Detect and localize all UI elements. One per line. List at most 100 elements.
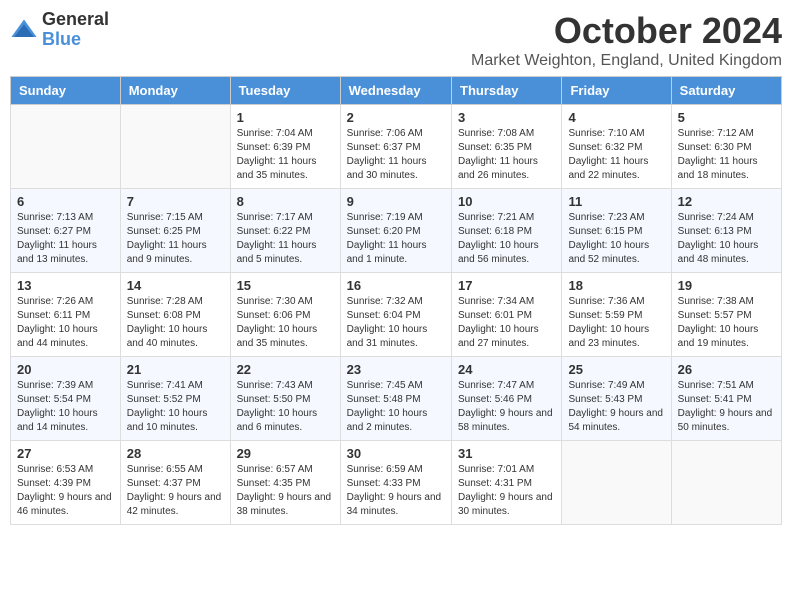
calendar-cell: 2 Sunrise: 7:06 AM Sunset: 6:37 PM Daylig… [340, 105, 451, 189]
day-number: 29 [237, 446, 334, 461]
day-info: Sunrise: 7:08 AM Sunset: 6:35 PM Dayligh… [458, 127, 555, 183]
day-info: Sunrise: 7:15 AM Sunset: 6:25 PM Dayligh… [127, 211, 224, 267]
day-info: Sunrise: 7:41 AM Sunset: 5:52 PM Dayligh… [127, 379, 224, 435]
calendar-cell: 13 Sunrise: 7:26 AM Sunset: 6:11 PM Dayli… [11, 273, 121, 357]
calendar-header-thursday: Thursday [452, 77, 562, 105]
day-info: Sunrise: 7:06 AM Sunset: 6:37 PM Dayligh… [347, 127, 445, 183]
calendar-cell: 16 Sunrise: 7:32 AM Sunset: 6:04 PM Dayli… [340, 273, 451, 357]
day-number: 14 [127, 278, 224, 293]
day-number: 28 [127, 446, 224, 461]
logo-general: General [42, 10, 109, 30]
day-info: Sunrise: 7:49 AM Sunset: 5:43 PM Dayligh… [568, 379, 664, 435]
logo-text: General Blue [42, 10, 109, 50]
title-block: October 2024 Market Weighton, England, U… [471, 10, 782, 70]
day-number: 13 [17, 278, 114, 293]
calendar-cell: 23 Sunrise: 7:45 AM Sunset: 5:48 PM Dayli… [340, 357, 451, 441]
calendar-cell [562, 441, 671, 525]
day-number: 17 [458, 278, 555, 293]
calendar: SundayMondayTuesdayWednesdayThursdayFrid… [10, 76, 782, 525]
day-info: Sunrise: 7:39 AM Sunset: 5:54 PM Dayligh… [17, 379, 114, 435]
calendar-cell: 1Sunrise: 7:04 AM Sunset: 6:39 PM Daylig… [230, 105, 340, 189]
calendar-header-wednesday: Wednesday [340, 77, 451, 105]
day-number: 3 [458, 110, 555, 125]
day-number: 23 [347, 362, 445, 377]
day-number: 11 [568, 194, 664, 209]
calendar-cell: 10 Sunrise: 7:21 AM Sunset: 6:18 PM Dayli… [452, 189, 562, 273]
calendar-cell: 24 Sunrise: 7:47 AM Sunset: 5:46 PM Dayli… [452, 357, 562, 441]
calendar-week-row: 1Sunrise: 7:04 AM Sunset: 6:39 PM Daylig… [11, 105, 782, 189]
calendar-cell: 20 Sunrise: 7:39 AM Sunset: 5:54 PM Dayli… [11, 357, 121, 441]
calendar-week-row: 27Sunrise: 6:53 AM Sunset: 4:39 PM Dayli… [11, 441, 782, 525]
calendar-cell: 6 Sunrise: 7:13 AM Sunset: 6:27 PM Daylig… [11, 189, 121, 273]
day-number: 7 [127, 194, 224, 209]
day-info: Sunrise: 7:47 AM Sunset: 5:46 PM Dayligh… [458, 379, 555, 435]
day-info: Sunrise: 7:12 AM Sunset: 6:30 PM Dayligh… [678, 127, 775, 183]
calendar-cell: 11 Sunrise: 7:23 AM Sunset: 6:15 PM Dayli… [562, 189, 671, 273]
calendar-header-tuesday: Tuesday [230, 77, 340, 105]
day-info: Sunrise: 7:32 AM Sunset: 6:04 PM Dayligh… [347, 295, 445, 351]
day-number: 22 [237, 362, 334, 377]
day-info: Sunrise: 7:34 AM Sunset: 6:01 PM Dayligh… [458, 295, 555, 351]
calendar-cell: 21 Sunrise: 7:41 AM Sunset: 5:52 PM Dayli… [120, 357, 230, 441]
day-number: 16 [347, 278, 445, 293]
day-number: 8 [237, 194, 334, 209]
day-number: 5 [678, 110, 775, 125]
calendar-week-row: 13 Sunrise: 7:26 AM Sunset: 6:11 PM Dayli… [11, 273, 782, 357]
calendar-cell: 25Sunrise: 7:49 AM Sunset: 5:43 PM Dayli… [562, 357, 671, 441]
day-number: 30 [347, 446, 445, 461]
day-info: Sunrise: 7:51 AM Sunset: 5:41 PM Dayligh… [678, 379, 775, 435]
location-title: Market Weighton, England, United Kingdom [471, 52, 782, 70]
day-info: Sunrise: 7:26 AM Sunset: 6:11 PM Dayligh… [17, 295, 114, 351]
day-info: Sunrise: 7:36 AM Sunset: 5:59 PM Dayligh… [568, 295, 664, 351]
day-info: Sunrise: 7:19 AM Sunset: 6:20 PM Dayligh… [347, 211, 445, 267]
calendar-header-sunday: Sunday [11, 77, 121, 105]
calendar-cell: 26Sunrise: 7:51 AM Sunset: 5:41 PM Dayli… [671, 357, 781, 441]
day-number: 4 [568, 110, 664, 125]
calendar-cell: 4 Sunrise: 7:10 AM Sunset: 6:32 PM Daylig… [562, 105, 671, 189]
day-number: 1 [237, 110, 334, 125]
calendar-header-row: SundayMondayTuesdayWednesdayThursdayFrid… [11, 77, 782, 105]
day-info: Sunrise: 7:45 AM Sunset: 5:48 PM Dayligh… [347, 379, 445, 435]
day-number: 19 [678, 278, 775, 293]
day-info: Sunrise: 7:21 AM Sunset: 6:18 PM Dayligh… [458, 211, 555, 267]
calendar-week-row: 6 Sunrise: 7:13 AM Sunset: 6:27 PM Daylig… [11, 189, 782, 273]
calendar-week-row: 20 Sunrise: 7:39 AM Sunset: 5:54 PM Dayli… [11, 357, 782, 441]
calendar-cell [11, 105, 121, 189]
day-info: Sunrise: 6:53 AM Sunset: 4:39 PM Dayligh… [17, 463, 114, 519]
calendar-cell: 12Sunrise: 7:24 AM Sunset: 6:13 PM Dayli… [671, 189, 781, 273]
calendar-cell: 9Sunrise: 7:19 AM Sunset: 6:20 PM Daylig… [340, 189, 451, 273]
day-info: Sunrise: 7:30 AM Sunset: 6:06 PM Dayligh… [237, 295, 334, 351]
day-info: Sunrise: 6:59 AM Sunset: 4:33 PM Dayligh… [347, 463, 445, 519]
calendar-cell [120, 105, 230, 189]
calendar-cell: 28Sunrise: 6:55 AM Sunset: 4:37 PM Dayli… [120, 441, 230, 525]
page-header: General Blue October 2024 Market Weighto… [10, 10, 782, 70]
calendar-cell: 29Sunrise: 6:57 AM Sunset: 4:35 PM Dayli… [230, 441, 340, 525]
calendar-cell: 22 Sunrise: 7:43 AM Sunset: 5:50 PM Dayli… [230, 357, 340, 441]
day-number: 21 [127, 362, 224, 377]
day-number: 12 [678, 194, 775, 209]
day-info: Sunrise: 7:13 AM Sunset: 6:27 PM Dayligh… [17, 211, 114, 267]
calendar-cell: 7 Sunrise: 7:15 AM Sunset: 6:25 PM Daylig… [120, 189, 230, 273]
calendar-cell: 18 Sunrise: 7:36 AM Sunset: 5:59 PM Dayli… [562, 273, 671, 357]
day-info: Sunrise: 7:23 AM Sunset: 6:15 PM Dayligh… [568, 211, 664, 267]
logo-icon [10, 16, 38, 44]
day-info: Sunrise: 7:38 AM Sunset: 5:57 PM Dayligh… [678, 295, 775, 351]
day-info: Sunrise: 7:01 AM Sunset: 4:31 PM Dayligh… [458, 463, 555, 519]
day-number: 24 [458, 362, 555, 377]
day-info: Sunrise: 7:17 AM Sunset: 6:22 PM Dayligh… [237, 211, 334, 267]
day-number: 10 [458, 194, 555, 209]
calendar-cell: 5 Sunrise: 7:12 AM Sunset: 6:30 PM Daylig… [671, 105, 781, 189]
calendar-cell: 31 Sunrise: 7:01 AM Sunset: 4:31 PM Dayli… [452, 441, 562, 525]
day-number: 6 [17, 194, 114, 209]
day-number: 20 [17, 362, 114, 377]
day-info: Sunrise: 7:28 AM Sunset: 6:08 PM Dayligh… [127, 295, 224, 351]
calendar-header-friday: Friday [562, 77, 671, 105]
day-number: 31 [458, 446, 555, 461]
day-number: 15 [237, 278, 334, 293]
day-info: Sunrise: 7:43 AM Sunset: 5:50 PM Dayligh… [237, 379, 334, 435]
day-info: Sunrise: 7:10 AM Sunset: 6:32 PM Dayligh… [568, 127, 664, 183]
calendar-cell: 8 Sunrise: 7:17 AM Sunset: 6:22 PM Daylig… [230, 189, 340, 273]
calendar-cell: 3 Sunrise: 7:08 AM Sunset: 6:35 PM Daylig… [452, 105, 562, 189]
day-number: 18 [568, 278, 664, 293]
day-number: 2 [347, 110, 445, 125]
